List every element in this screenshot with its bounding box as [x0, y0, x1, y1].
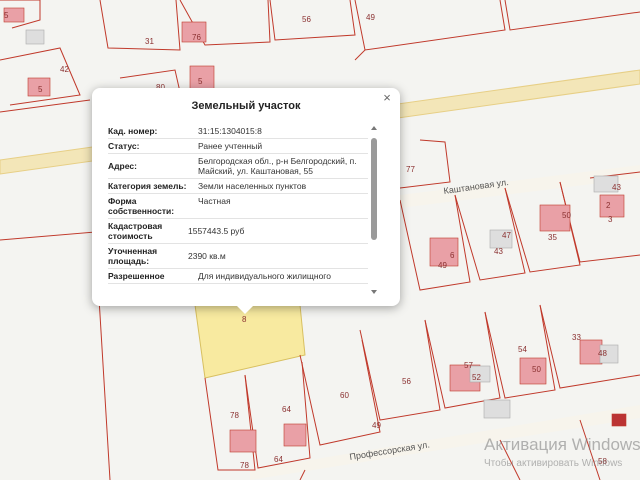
parcel-number: 49: [372, 421, 381, 430]
parcel-info-popup: Земельный участок × Кад. номер: 31:15:13…: [92, 88, 400, 306]
scroll-down-icon[interactable]: [371, 290, 377, 294]
row-value: 31:15:1304015:8: [198, 126, 262, 136]
row-value: Ранее учтенный: [198, 141, 263, 151]
parcel-number: 48: [598, 349, 607, 358]
parcel-number: 43: [612, 183, 621, 192]
parcel-number: 54: [518, 345, 527, 354]
parcel-number: 60: [340, 391, 349, 400]
watermark-line2: Чтобы активировать Windows: [484, 457, 622, 469]
row-value: Земли населенных пунктов: [198, 181, 307, 191]
row-value: Белгородская обл., р-н Белгородский, п. …: [198, 156, 357, 176]
row-label: Форма собственности:: [108, 196, 175, 216]
info-row-status: Статус: Ранее учтенный: [108, 139, 368, 154]
scroll-thumb[interactable]: [371, 138, 377, 240]
street-label-professorskaya: Профессорская ул.: [349, 439, 431, 462]
parcel-number: 5: [4, 11, 9, 20]
row-label: Кадастровая стоимость: [108, 221, 163, 241]
parcel-number: 6: [450, 251, 455, 260]
parcel-number: 56: [302, 15, 311, 24]
parcel-number: 78: [240, 461, 249, 470]
row-label: Категория земель:: [108, 181, 187, 191]
watermark-line1: Активация Windows: [484, 435, 640, 454]
parcel-number: 49: [366, 13, 375, 22]
selected-parcel-label: 8: [242, 315, 247, 324]
selected-parcel[interactable]: [194, 304, 306, 379]
parcel-number: 64: [274, 455, 283, 464]
parcel-number: 33: [572, 333, 581, 342]
info-row-permitted-use: Разрешенное Для индивидуального жилищног…: [108, 269, 368, 284]
parcel-number: 35: [548, 233, 557, 242]
row-value: Для индивидуального жилищного: [198, 271, 331, 281]
parcel-number: 50: [532, 365, 541, 374]
close-icon[interactable]: ×: [380, 91, 394, 105]
parcel-number: 50: [562, 211, 571, 220]
info-table: Кад. номер: 31:15:1304015:8 Статус: Ране…: [108, 124, 368, 298]
popup-title: Земельный участок: [191, 100, 301, 112]
row-value: 1557443.5 руб: [188, 226, 245, 236]
row-label: Уточненная площадь:: [108, 246, 158, 266]
popup-scrollbar[interactable]: [371, 126, 378, 294]
parcel-number: 52: [472, 373, 481, 382]
row-value: Частная: [198, 196, 231, 206]
parcel-number: 56: [402, 377, 411, 386]
parcel-number: 31: [145, 37, 154, 46]
info-row-cadastral-value: Кадастровая стоимость 1557443.5 руб: [108, 219, 368, 244]
parcel-number: 78: [230, 411, 239, 420]
row-label: Статус:: [108, 141, 140, 151]
scroll-up-icon[interactable]: [371, 126, 377, 130]
info-row-area: Уточненная площадь: 2390 кв.м: [108, 244, 368, 269]
row-label: Кад. номер:: [108, 126, 158, 136]
parcel-number: 76: [192, 33, 201, 42]
parcel-number: 57: [464, 361, 473, 370]
parcel-number: 3: [608, 215, 613, 224]
row-label: Разрешенное: [108, 271, 165, 281]
parcel-number: 2: [606, 201, 611, 210]
parcel-number: 49: [438, 261, 447, 270]
parcel-number: 43: [494, 247, 503, 256]
info-row-address: Адрес: Белгородская обл., р-н Белгородск…: [108, 154, 368, 179]
parcel-number: 42: [60, 65, 69, 74]
parcel-number: 5: [198, 77, 203, 86]
info-row-ownership: Форма собственности: Частная: [108, 194, 368, 219]
parcel-number: 77: [406, 165, 415, 174]
parcel-number: 64: [282, 405, 291, 414]
popup-pointer: [236, 305, 254, 314]
parcel-number: 47: [502, 231, 511, 240]
info-row-land-category: Категория земель: Земли населенных пункт…: [108, 179, 368, 194]
row-label: Адрес:: [108, 161, 137, 171]
info-row-cadastral-number: Кад. номер: 31:15:1304015:8: [108, 124, 368, 139]
row-value: 2390 кв.м: [188, 251, 226, 261]
parcel-number: 5: [38, 85, 43, 94]
